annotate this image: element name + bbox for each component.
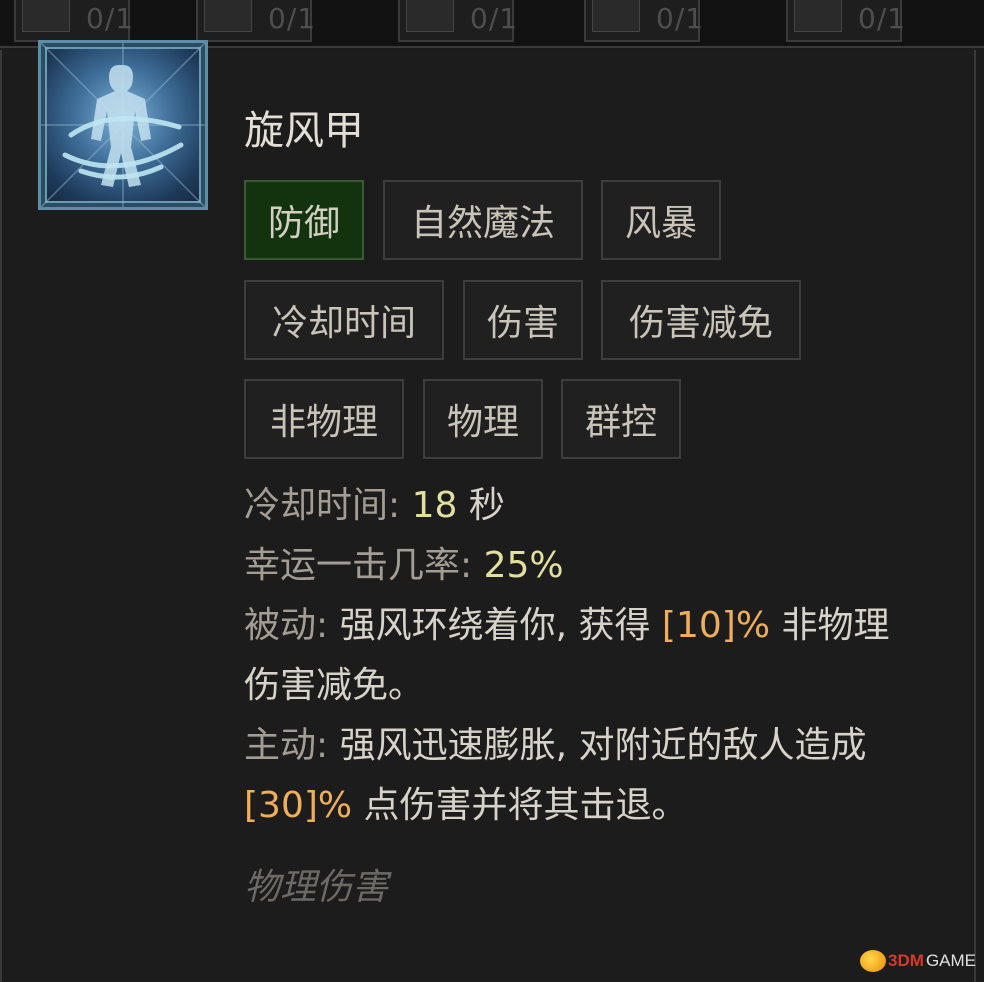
watermark-emblem-icon: [860, 950, 887, 972]
skill-slot-5-count: 0/1: [858, 2, 907, 35]
tag-non-physical: 非物理: [244, 379, 404, 459]
cooldown-value: 18: [411, 485, 458, 526]
active-text-after: 点伤害并将其击退。: [352, 785, 688, 826]
skill-slot-1[interactable]: 0/1: [14, 0, 133, 42]
active-line-2: [30]% 点伤害并将其击退。: [244, 776, 688, 836]
tag-damage: 伤害: [463, 280, 583, 360]
skill-slot-2-count: 0/1: [268, 2, 317, 35]
damage-type-note: 物理伤害: [244, 867, 389, 908]
tag-storm: 风暴: [601, 180, 721, 260]
skill-slot-2-icon: [204, 0, 252, 32]
skill-slot-4[interactable]: 0/1: [584, 0, 703, 42]
skill-slot-1-icon: [22, 0, 70, 32]
lucky-hit-line: 幸运一击几率: 25%: [244, 536, 564, 596]
skill-title: 旋风甲: [244, 108, 364, 154]
watermark-suffix: GAME: [925, 951, 976, 970]
skill-slot-4-count: 0/1: [656, 2, 705, 35]
watermark-prefix: 3DM: [888, 951, 924, 970]
skill-slot-3-count: 0/1: [470, 2, 519, 35]
passive-text-line2: 伤害减免。: [244, 665, 425, 706]
passive-text: 强风环绕着你, 获得: [339, 605, 662, 646]
active-value: [30]%: [244, 785, 353, 826]
passive-label: 被动:: [244, 605, 340, 646]
tag-damage-reduction: 伤害减免: [601, 280, 801, 360]
skill-slot-3-icon: [406, 0, 454, 32]
passive-text-after: 非物理: [770, 605, 890, 646]
tag-physical: 物理: [423, 379, 543, 459]
cooldown-line: 冷却时间: 18 秒: [244, 476, 505, 536]
skill-slot-5-icon: [794, 0, 842, 32]
tag-cooldown: 冷却时间: [244, 280, 444, 360]
active-label: 主动:: [244, 725, 340, 766]
tag-defense: 防御: [244, 180, 364, 260]
lucky-hit-value: 25%: [483, 545, 564, 586]
skill-slot-4-icon: [592, 0, 640, 32]
skill-slot-5[interactable]: 0/1: [786, 0, 905, 42]
skill-slot-3[interactable]: 0/1: [398, 0, 517, 42]
skill-slot-1-count: 0/1: [86, 2, 135, 35]
passive-line-2: 伤害减免。: [244, 656, 424, 716]
whirlwind-armor-icon: [38, 40, 208, 210]
tag-crowd-control: 群控: [561, 379, 681, 459]
cooldown-unit: 秒: [457, 485, 505, 526]
lucky-hit-label: 幸运一击几率:: [244, 545, 484, 586]
cooldown-label: 冷却时间:: [244, 485, 412, 526]
active-text: 强风迅速膨胀, 对附近的敌人造成: [339, 725, 867, 766]
tag-nature-magic: 自然魔法: [383, 180, 583, 260]
passive-value: [10]%: [661, 605, 771, 646]
skill-slot-2[interactable]: 0/1: [196, 0, 315, 42]
passive-line: 被动: 强风环绕着你, 获得 [10]% 非物理: [244, 596, 889, 656]
active-line: 主动: 强风迅速膨胀, 对附近的敌人造成: [244, 716, 866, 776]
watermark: 3DM GAME: [860, 950, 976, 972]
